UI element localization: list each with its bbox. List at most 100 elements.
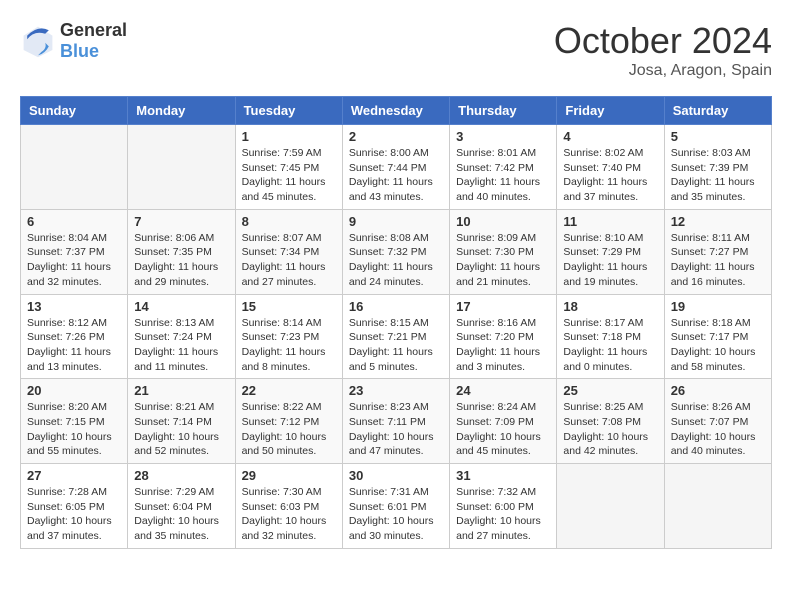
calendar-week-row: 20 Sunrise: 8:20 AMSunset: 7:15 PMDayligh… (21, 379, 772, 464)
calendar-day-cell: 24 Sunrise: 8:24 AMSunset: 7:09 PMDayligh… (450, 379, 557, 464)
calendar-title-area: October 2024 Josa, Aragon, Spain (554, 20, 772, 80)
calendar-day-cell: 6 Sunrise: 8:04 AMSunset: 7:37 PMDaylight… (21, 209, 128, 294)
logo-text: General Blue (60, 20, 127, 62)
day-info: Sunrise: 8:10 AMSunset: 7:29 PMDaylight:… (563, 231, 657, 290)
calendar-day-cell: 29 Sunrise: 7:30 AMSunset: 6:03 PMDayligh… (235, 464, 342, 549)
calendar-day-cell: 31 Sunrise: 7:32 AMSunset: 6:00 PMDayligh… (450, 464, 557, 549)
logo-blue: Blue (60, 41, 99, 61)
day-number: 22 (242, 383, 336, 398)
day-info: Sunrise: 8:22 AMSunset: 7:12 PMDaylight:… (242, 400, 336, 459)
day-number: 3 (456, 129, 550, 144)
weekday-header-row: SundayMondayTuesdayWednesdayThursdayFrid… (21, 97, 772, 125)
day-number: 21 (134, 383, 228, 398)
logo-icon (20, 23, 56, 59)
calendar-day-cell (664, 464, 771, 549)
calendar-week-row: 13Sunrise: 8:12 AMSunset: 7:26 PMDayligh… (21, 294, 772, 379)
calendar-day-cell: 4 Sunrise: 8:02 AMSunset: 7:40 PMDaylight… (557, 125, 664, 210)
calendar-day-cell: 2Sunrise: 8:00 AMSunset: 7:44 PMDaylight… (342, 125, 449, 210)
day-info: Sunrise: 8:23 AMSunset: 7:11 PMDaylight:… (349, 400, 443, 459)
calendar-day-cell: 16Sunrise: 8:15 AMSunset: 7:21 PMDayligh… (342, 294, 449, 379)
calendar-day-cell: 22 Sunrise: 8:22 AMSunset: 7:12 PMDayligh… (235, 379, 342, 464)
month-title: October 2024 (554, 20, 772, 62)
day-number: 14 (134, 299, 228, 314)
day-number: 6 (27, 214, 121, 229)
calendar-day-cell: 8Sunrise: 8:07 AMSunset: 7:34 PMDaylight… (235, 209, 342, 294)
day-info: Sunrise: 8:15 AMSunset: 7:21 PMDaylight:… (349, 316, 443, 375)
day-info: Sunrise: 8:12 AMSunset: 7:26 PMDaylight:… (27, 316, 121, 375)
calendar-day-cell: 3 Sunrise: 8:01 AMSunset: 7:42 PMDaylight… (450, 125, 557, 210)
day-number: 23 (349, 383, 443, 398)
calendar-day-cell: 23 Sunrise: 8:23 AMSunset: 7:11 PMDayligh… (342, 379, 449, 464)
day-info: Sunrise: 8:00 AMSunset: 7:44 PMDaylight:… (349, 146, 443, 205)
calendar-day-cell: 20 Sunrise: 8:20 AMSunset: 7:15 PMDayligh… (21, 379, 128, 464)
weekday-header-cell: Monday (128, 97, 235, 125)
calendar-day-cell: 14 Sunrise: 8:13 AMSunset: 7:24 PMDayligh… (128, 294, 235, 379)
day-number: 1 (242, 129, 336, 144)
calendar-day-cell: 7Sunrise: 8:06 AMSunset: 7:35 PMDaylight… (128, 209, 235, 294)
calendar-week-row: 27Sunrise: 7:28 AMSunset: 6:05 PMDayligh… (21, 464, 772, 549)
weekday-header-cell: Thursday (450, 97, 557, 125)
day-info: Sunrise: 8:17 AMSunset: 7:18 PMDaylight:… (563, 316, 657, 375)
day-number: 31 (456, 468, 550, 483)
day-info: Sunrise: 8:04 AMSunset: 7:37 PMDaylight:… (27, 231, 121, 290)
day-number: 9 (349, 214, 443, 229)
calendar-day-cell: 9 Sunrise: 8:08 AMSunset: 7:32 PMDaylight… (342, 209, 449, 294)
day-info: Sunrise: 8:24 AMSunset: 7:09 PMDaylight:… (456, 400, 550, 459)
calendar-day-cell: 11 Sunrise: 8:10 AMSunset: 7:29 PMDayligh… (557, 209, 664, 294)
day-info: Sunrise: 8:20 AMSunset: 7:15 PMDaylight:… (27, 400, 121, 459)
day-number: 5 (671, 129, 765, 144)
day-number: 30 (349, 468, 443, 483)
day-info: Sunrise: 8:25 AMSunset: 7:08 PMDaylight:… (563, 400, 657, 459)
day-info: Sunrise: 8:08 AMSunset: 7:32 PMDaylight:… (349, 231, 443, 290)
day-number: 4 (563, 129, 657, 144)
page-header: General Blue October 2024 Josa, Aragon, … (20, 20, 772, 80)
day-info: Sunrise: 7:28 AMSunset: 6:05 PMDaylight:… (27, 485, 121, 544)
day-number: 12 (671, 214, 765, 229)
calendar-day-cell: 5 Sunrise: 8:03 AMSunset: 7:39 PMDaylight… (664, 125, 771, 210)
day-number: 29 (242, 468, 336, 483)
day-number: 11 (563, 214, 657, 229)
day-info: Sunrise: 8:09 AMSunset: 7:30 PMDaylight:… (456, 231, 550, 290)
day-info: Sunrise: 8:13 AMSunset: 7:24 PMDaylight:… (134, 316, 228, 375)
calendar-day-cell: 19 Sunrise: 8:18 AMSunset: 7:17 PMDayligh… (664, 294, 771, 379)
day-number: 25 (563, 383, 657, 398)
day-info: Sunrise: 7:30 AMSunset: 6:03 PMDaylight:… (242, 485, 336, 544)
day-info: Sunrise: 8:02 AMSunset: 7:40 PMDaylight:… (563, 146, 657, 205)
day-info: Sunrise: 8:03 AMSunset: 7:39 PMDaylight:… (671, 146, 765, 205)
day-number: 19 (671, 299, 765, 314)
day-info: Sunrise: 8:01 AMSunset: 7:42 PMDaylight:… (456, 146, 550, 205)
weekday-header-cell: Saturday (664, 97, 771, 125)
calendar-day-cell: 13Sunrise: 8:12 AMSunset: 7:26 PMDayligh… (21, 294, 128, 379)
day-info: Sunrise: 8:18 AMSunset: 7:17 PMDaylight:… (671, 316, 765, 375)
day-number: 28 (134, 468, 228, 483)
day-info: Sunrise: 8:06 AMSunset: 7:35 PMDaylight:… (134, 231, 228, 290)
calendar-day-cell: 27Sunrise: 7:28 AMSunset: 6:05 PMDayligh… (21, 464, 128, 549)
day-info: Sunrise: 8:21 AMSunset: 7:14 PMDaylight:… (134, 400, 228, 459)
weekday-header-cell: Tuesday (235, 97, 342, 125)
day-info: Sunrise: 8:11 AMSunset: 7:27 PMDaylight:… (671, 231, 765, 290)
calendar-day-cell: 25 Sunrise: 8:25 AMSunset: 7:08 PMDayligh… (557, 379, 664, 464)
day-info: Sunrise: 8:07 AMSunset: 7:34 PMDaylight:… (242, 231, 336, 290)
calendar-day-cell: 26 Sunrise: 8:26 AMSunset: 7:07 PMDayligh… (664, 379, 771, 464)
calendar-day-cell: 1 Sunrise: 7:59 AMSunset: 7:45 PMDaylight… (235, 125, 342, 210)
calendar-day-cell: 21 Sunrise: 8:21 AMSunset: 7:14 PMDayligh… (128, 379, 235, 464)
day-number: 24 (456, 383, 550, 398)
day-info: Sunrise: 8:16 AMSunset: 7:20 PMDaylight:… (456, 316, 550, 375)
day-number: 15 (242, 299, 336, 314)
calendar-table: SundayMondayTuesdayWednesdayThursdayFrid… (20, 96, 772, 549)
logo-general: General (60, 20, 127, 40)
weekday-header-cell: Sunday (21, 97, 128, 125)
calendar-day-cell: 28Sunrise: 7:29 AMSunset: 6:04 PMDayligh… (128, 464, 235, 549)
calendar-day-cell (128, 125, 235, 210)
calendar-week-row: 6 Sunrise: 8:04 AMSunset: 7:37 PMDaylight… (21, 209, 772, 294)
day-info: Sunrise: 7:59 AMSunset: 7:45 PMDaylight:… (242, 146, 336, 205)
location-title: Josa, Aragon, Spain (554, 62, 772, 80)
calendar-day-cell: 17Sunrise: 8:16 AMSunset: 7:20 PMDayligh… (450, 294, 557, 379)
day-info: Sunrise: 8:14 AMSunset: 7:23 PMDaylight:… (242, 316, 336, 375)
day-number: 20 (27, 383, 121, 398)
calendar-day-cell: 30Sunrise: 7:31 AMSunset: 6:01 PMDayligh… (342, 464, 449, 549)
day-info: Sunrise: 7:32 AMSunset: 6:00 PMDaylight:… (456, 485, 550, 544)
weekday-header-cell: Wednesday (342, 97, 449, 125)
day-number: 26 (671, 383, 765, 398)
day-info: Sunrise: 8:26 AMSunset: 7:07 PMDaylight:… (671, 400, 765, 459)
